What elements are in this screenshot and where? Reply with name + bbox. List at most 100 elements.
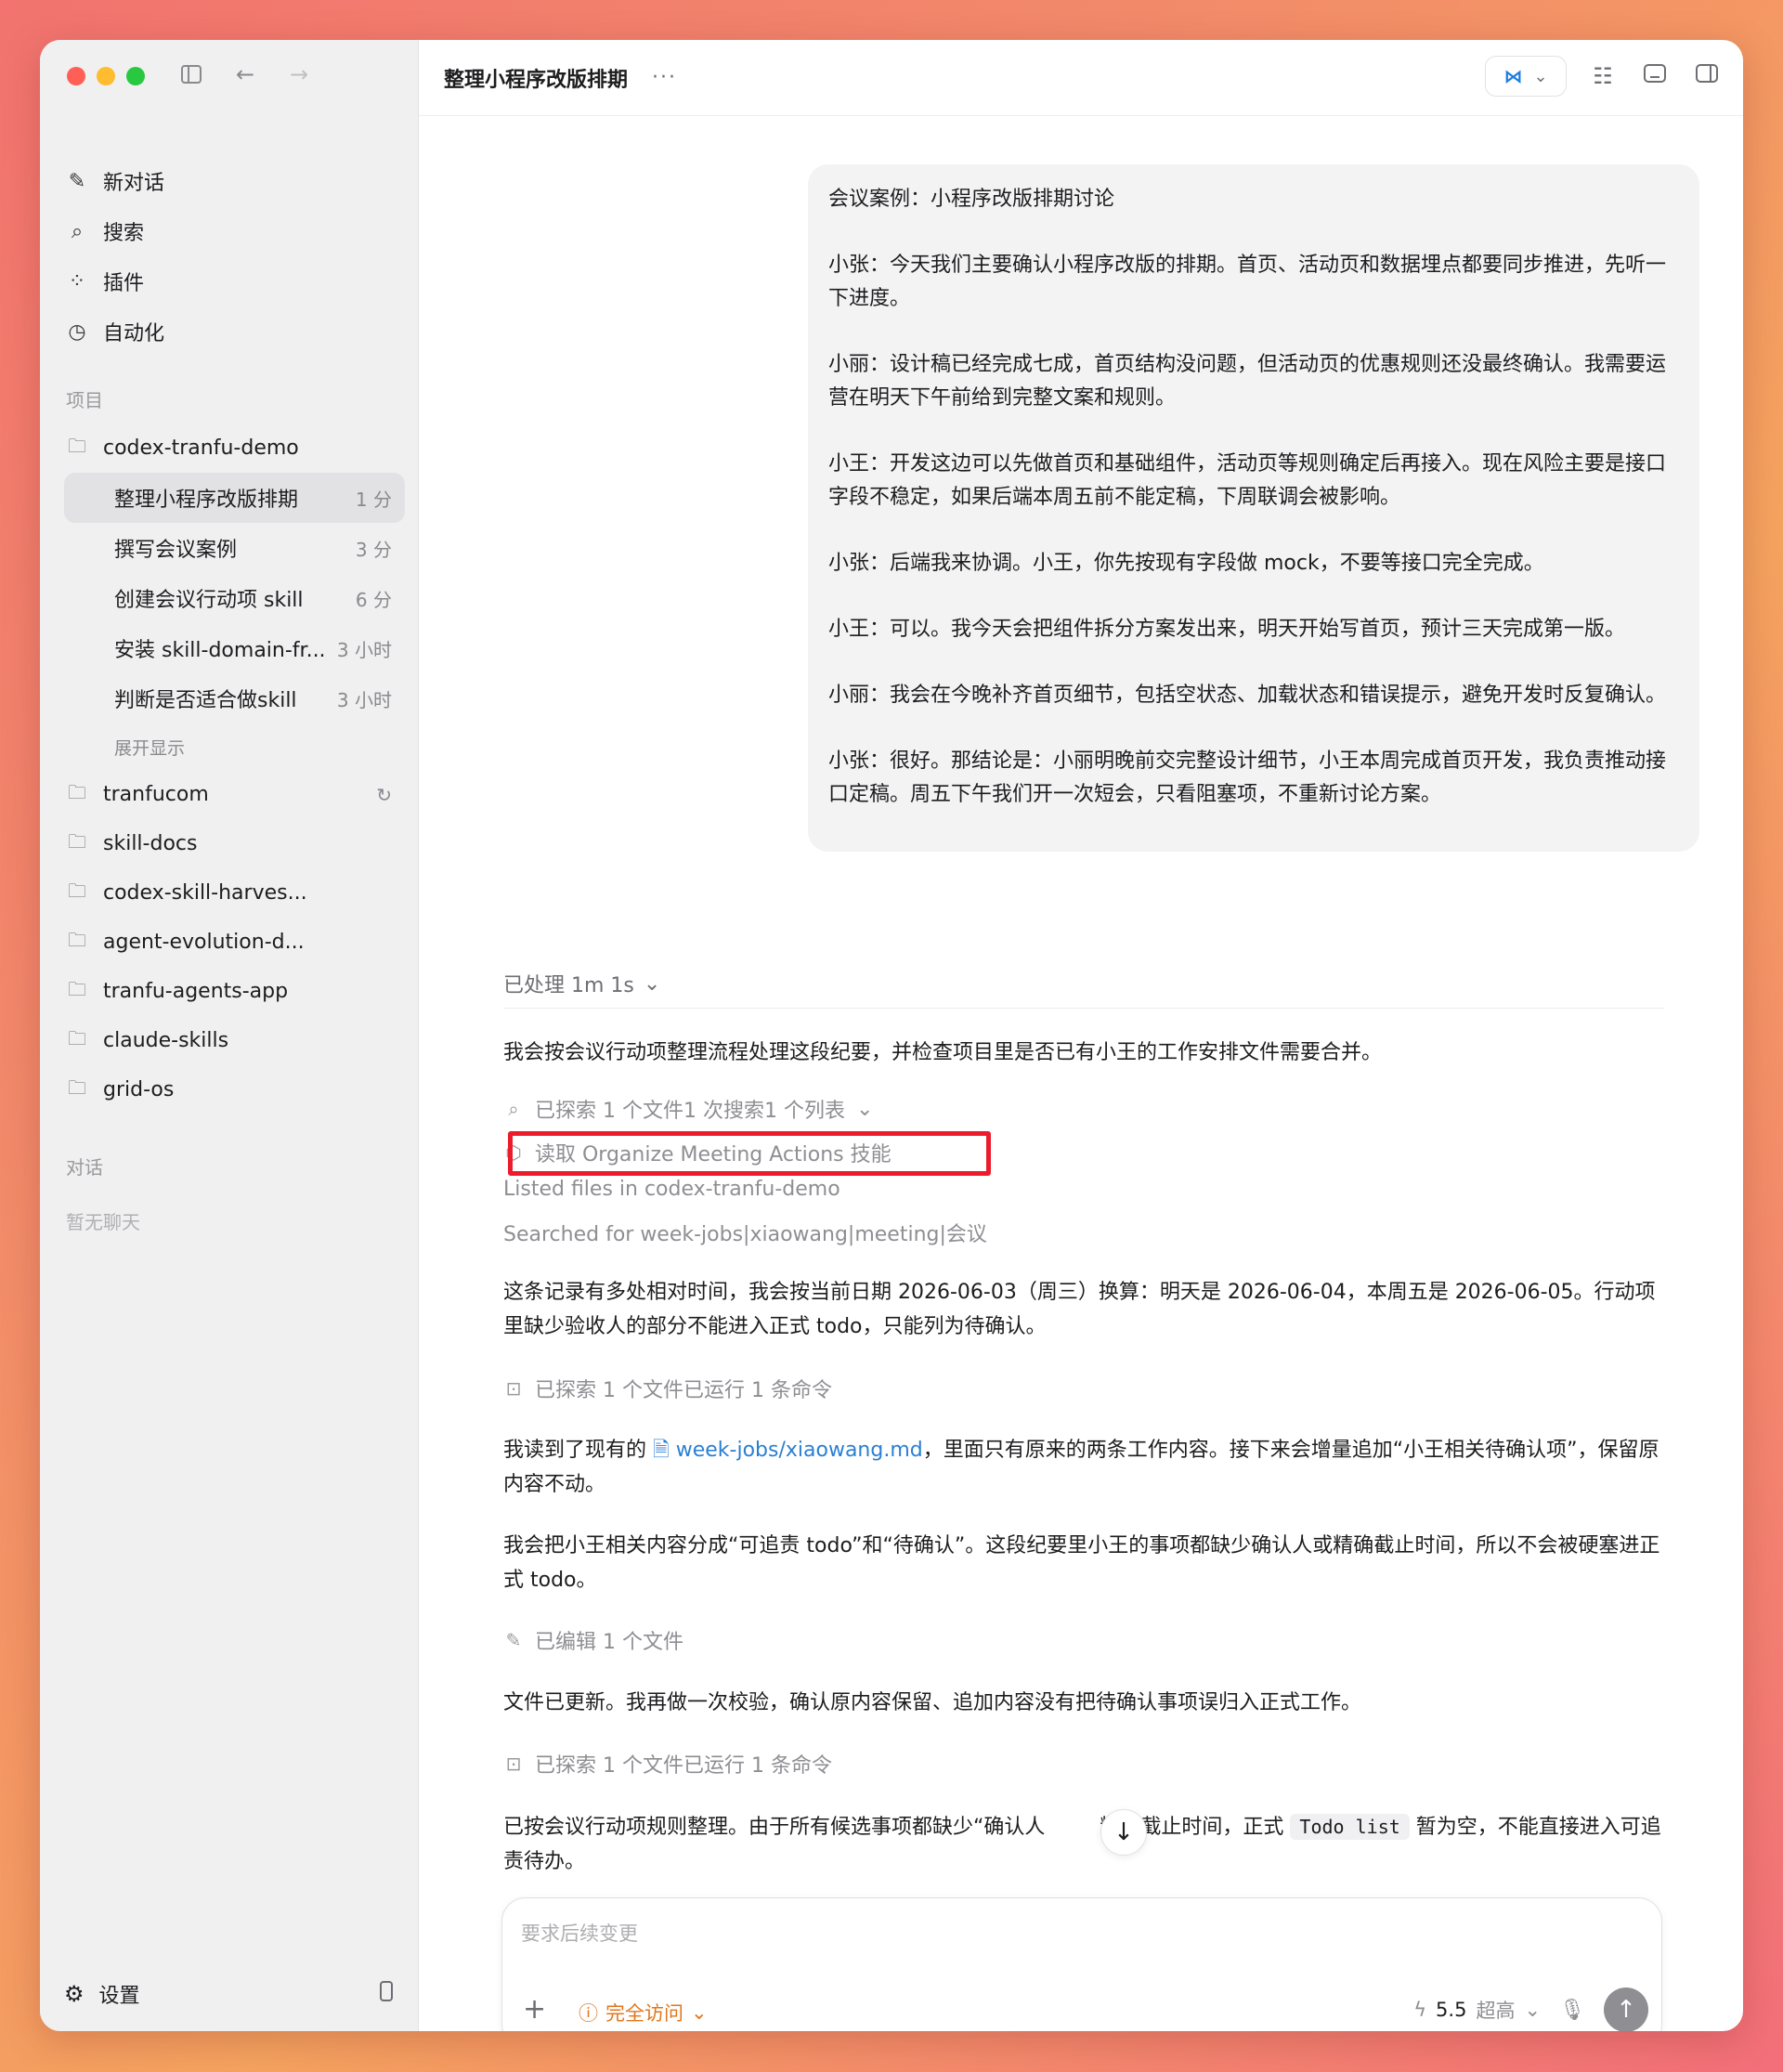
chevron-down-icon: ⌄ (691, 2001, 708, 2024)
folder-icon: 🗀 (68, 829, 86, 853)
sidebar-nav: ✎ 新对话 ⌕ 搜索 ⁘ 插件 ◷ 自动化 (64, 156, 405, 357)
thread-item[interactable]: 判断是否适合做skill 3 小时 (64, 673, 405, 723)
folder-icon: 🗀 (68, 1026, 86, 1049)
terminal-panel-icon[interactable] (1639, 63, 1671, 89)
chevron-down-icon: ⌄ (1524, 1999, 1542, 2021)
chats-section-label: 对话 (66, 1156, 103, 1179)
project-item[interactable]: 🗀 claude-skills (64, 1016, 405, 1065)
folder-icon: 🗀 (68, 928, 86, 951)
microphone-icon[interactable]: 🎙 (1559, 1999, 1585, 2022)
project-item[interactable]: 🗀 skill-docs (64, 819, 405, 868)
explored-label: 已探索 1 个文件已运行 1 条命令 (535, 1379, 832, 1402)
more-options-icon[interactable]: ··· (652, 66, 677, 89)
no-chats-text: 暂无聊天 (66, 1211, 140, 1233)
expand-threads-link[interactable]: 展开显示 (64, 723, 405, 770)
assistant-text: 我会把小王相关内容分成“可追责 todo”和“待确认”。这段纪要里小王的事项都缺… (503, 1534, 1660, 1592)
processed-label: 已处理 1m 1s (503, 974, 634, 997)
text-segment: 已按会议行动项规则整理。由于所有候选事项都缺少“确认人 (503, 1816, 1046, 1839)
model-selector[interactable]: ϟ 5.5 超高 ⌄ (1413, 1996, 1541, 2024)
project-item[interactable]: 🗀 grid-os (64, 1065, 405, 1114)
thread-item[interactable]: 安装 skill-domain-fr... 3 小时 (64, 623, 405, 673)
forward-arrow-icon[interactable]: → (285, 60, 313, 88)
scroll-down-button[interactable]: ↓ (1100, 1809, 1147, 1856)
processed-toggle[interactable]: 已处理 1m 1s ⌄ (503, 969, 1664, 998)
edited-step[interactable]: ✎ 已编辑 1 个文件 (503, 1625, 1664, 1655)
open-in-vscode-button[interactable]: ⋈ ⌄ (1485, 56, 1567, 97)
edit-icon: ✎ (68, 169, 86, 193)
project-item[interactable]: 🗀 tranfucom ↻ (64, 770, 405, 819)
nav-search[interactable]: ⌕ 搜索 (64, 206, 405, 256)
file-icon: 🗎 (653, 1439, 670, 1462)
projects-section-label: 项目 (66, 389, 103, 411)
phone-icon[interactable] (379, 1980, 394, 2008)
pencil-icon: ✎ (505, 1629, 522, 1651)
assistant-text: 已按会议行动项规则整理。由于所有候选事项都缺少“确认人 精确截止时间，正式 To… (503, 1810, 1664, 1879)
vscode-icon: ⋈ (1503, 65, 1523, 87)
lightning-icon: ϟ (1413, 1999, 1427, 2021)
thread-age: 3 分 (355, 538, 392, 561)
thread-title: 安装 skill-domain-fr... (114, 639, 326, 662)
nav-label: 自动化 (103, 322, 165, 345)
project-name: tranfucom (103, 783, 209, 806)
back-arrow-icon[interactable]: ← (231, 60, 259, 88)
zoom-window-button[interactable] (126, 67, 145, 85)
divider (503, 1008, 1664, 1009)
thread-title: 撰写会议案例 (114, 539, 238, 562)
app-window: ← → ✎ 新对话 ⌕ 搜索 ⁘ 插件 ◷ 自动化 项目 🗀 codex-tra… (40, 40, 1743, 2031)
arrow-up-icon: ↑ (1616, 1996, 1636, 2024)
nav-label: 插件 (103, 272, 145, 295)
nav-plugins[interactable]: ⁘ 插件 (64, 256, 405, 306)
project-item[interactable]: 🗀 codex-skill-harves... (64, 868, 405, 918)
assistant-text: 文件已更新。我再做一次校验，确认原内容保留、追加内容没有把待确认事项误归入正式工… (503, 1691, 1362, 1714)
access-label: 完全访问 (605, 2002, 683, 2025)
clock-icon: ◷ (68, 319, 86, 344)
search-icon: ⌕ (508, 1098, 519, 1120)
text-segment: 我读到了现有的 (503, 1439, 647, 1462)
project-current[interactable]: 🗀 codex-tranfu-demo (64, 424, 405, 473)
sidebar: ← → ✎ 新对话 ⌕ 搜索 ⁘ 插件 ◷ 自动化 项目 🗀 codex-tra… (40, 40, 419, 2031)
thread-age: 6 分 (355, 588, 392, 611)
explored-label: 已探索 1 个文件已运行 1 条命令 (535, 1754, 832, 1778)
access-mode-dropdown[interactable]: ⓘ 完全访问 ⌄ (579, 1999, 708, 2026)
thread-age: 1 分 (355, 488, 392, 511)
file-link[interactable]: 🗎 week-jobs/xiaowang.md (653, 1439, 923, 1462)
searched-step: Searched for week-jobs|xiaowang|meeting|… (503, 1223, 987, 1246)
thread-item[interactable]: 创建会议行动项 skill 6 分 (64, 573, 405, 623)
project-name: codex-tranfu-demo (103, 437, 299, 460)
explored-toggle[interactable]: ⌕ 已探索 1 个文件1 次搜索1 个列表 ⌄ (503, 1094, 1664, 1124)
highlight-annotation (508, 1131, 991, 1176)
inline-code: Todo list (1290, 1814, 1410, 1840)
project-name: claude-skills (103, 1029, 229, 1052)
folder-icon: 🗀 (68, 780, 86, 803)
thread-title: 判断是否适合做skill (114, 689, 297, 712)
sidebar-toggle-icon[interactable] (177, 60, 205, 88)
message-line: 小王：可以。我今天会把组件拆分方案发出来，明天开始写首页，预计三天完成第一版。 (828, 618, 1626, 641)
thread-age: 3 小时 (336, 688, 392, 711)
assistant-text: 我读到了现有的 🗎 week-jobs/xiaowang.md，里面只有原来的两… (503, 1433, 1664, 1502)
project-item[interactable]: 🗀 agent-evolution-d... (64, 918, 405, 967)
terminal-icon: ⊡ (505, 1377, 522, 1400)
plus-icon[interactable]: + (523, 1993, 546, 2026)
folder-open-icon: 🗀 (68, 434, 86, 457)
nav-new-chat[interactable]: ✎ 新对话 (64, 156, 405, 206)
thread-item[interactable]: 撰写会议案例 3 分 (64, 523, 405, 573)
close-window-button[interactable] (67, 67, 85, 85)
explored-commands-step[interactable]: ⊡ 已探索 1 个文件已运行 1 条命令 (503, 1374, 1664, 1403)
thread-item[interactable]: 整理小程序改版排期 1 分 (64, 473, 405, 523)
settings-button[interactable]: ⚙ 设置 (64, 1979, 140, 2009)
folder-icon: 🗀 (68, 1075, 86, 1099)
nav-automation[interactable]: ◷ 自动化 (64, 306, 405, 357)
window-controls (67, 67, 145, 85)
main-panel: 整理小程序改版排期 ··· ⋈ ⌄ ☷ 会议案例：小程序改版排期讨论 小张：今天… (419, 40, 1743, 2031)
checklist-icon[interactable]: ☷ (1587, 63, 1619, 89)
folder-icon: 🗀 (68, 977, 86, 1000)
minimize-window-button[interactable] (97, 67, 115, 85)
thread-title: 创建会议行动项 skill (114, 589, 304, 612)
explored-commands-step[interactable]: ⊡ 已探索 1 个文件已运行 1 条命令 (503, 1749, 1664, 1779)
side-panel-icon[interactable] (1691, 63, 1723, 89)
project-item[interactable]: 🗀 tranfu-agents-app (64, 967, 405, 1016)
message-line: 小张：后端我来协调。小王，你先按现有字段做 mock，不要等接口完全完成。 (828, 552, 1544, 575)
send-button[interactable]: ↑ (1604, 1987, 1648, 2031)
model-label: 5.5 (1436, 1999, 1467, 2021)
composer-input[interactable]: 要求后续变更 (521, 1919, 638, 1947)
